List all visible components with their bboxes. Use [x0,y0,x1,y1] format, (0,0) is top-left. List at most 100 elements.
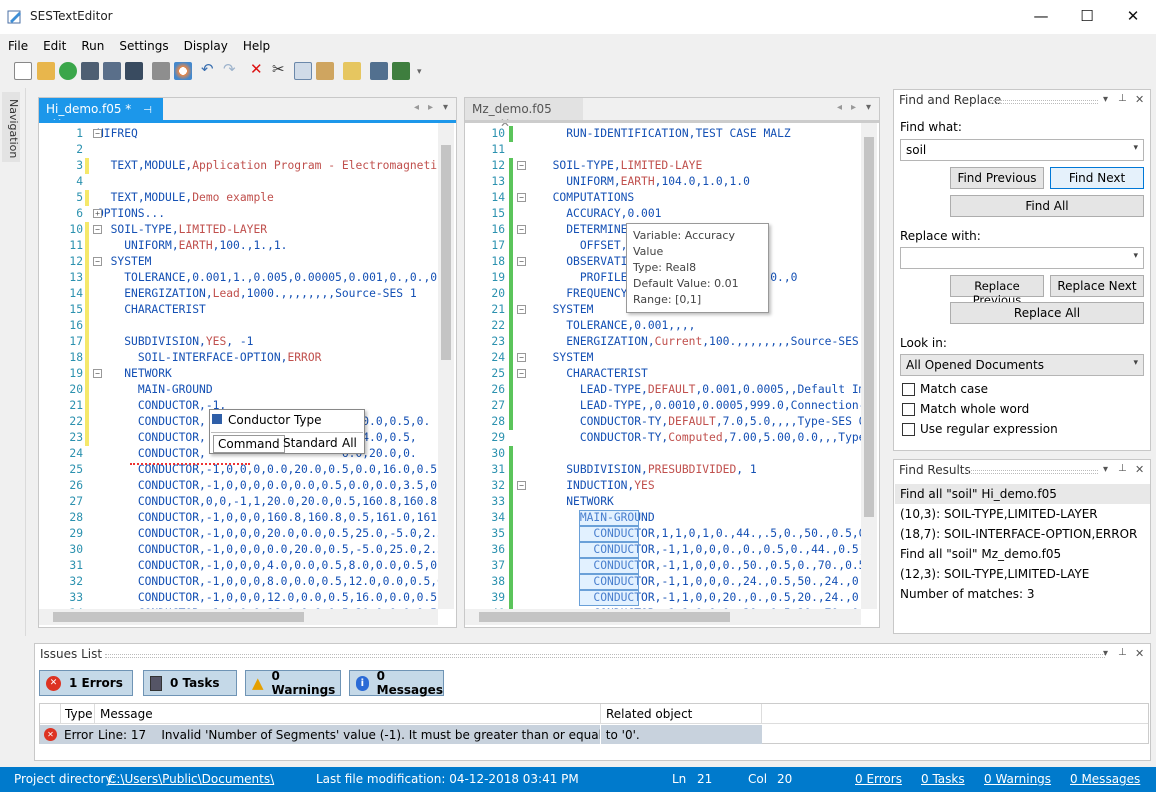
copy-icon[interactable] [294,62,312,80]
tab-scroll-left-icon[interactable]: ◂ [837,102,842,113]
result-header-mz[interactable]: Find all "soil" Mz_demo.f05 [900,547,1061,561]
code-line[interactable]: SYSTEM [539,302,594,318]
code-line[interactable]: CONDUCTOR,-1,0,0,0,12.0,0.0,0.5,16.0,0.0… [97,590,438,606]
panel-menu-icon[interactable]: ▾ [1103,464,1108,475]
format-icon[interactable] [392,62,410,80]
col-related[interactable]: Related object [606,707,692,721]
fold-toggle-icon[interactable]: − [93,257,102,266]
close-button[interactable]: ✕ [1110,0,1156,32]
col-message[interactable]: Message [100,707,153,721]
code-line[interactable]: UNIFORM,EARTH,100.,1.,1. [97,238,287,254]
code-line[interactable]: SUBDIVISION,YES, -1 [97,334,253,350]
replace-with-input[interactable]: ▾ [900,247,1144,269]
save-all-icon[interactable] [125,62,143,80]
match-case-checkbox[interactable] [902,383,915,396]
tab-hi-demo[interactable]: Hi_demo.f05 * ⊣ ✕ [39,98,163,130]
color-icon[interactable] [174,62,192,80]
replace-next-button[interactable]: Replace Next [1050,275,1144,297]
edit-icon[interactable] [343,62,361,80]
code-line[interactable]: CONDUCTOR,-1,0,0,0,0.0,0.0,0.5,0.0,0.0,3… [97,478,438,494]
panel-close-icon[interactable]: ✕ [1135,463,1144,476]
code-line[interactable]: CONDUCTOR,0,0,-1,1,20.0,20.0,0.5,160.8,1… [97,494,438,510]
regex-checkbox[interactable] [902,423,915,436]
code-line[interactable]: UNIFORM,EARTH,104.0,1.0,1.0 [539,174,750,190]
save-icon[interactable] [81,62,99,80]
new-file-icon[interactable] [14,62,32,80]
code-line[interactable]: SOIL-TYPE,LIMITED-LAYE [539,158,703,174]
tab-dropdown-icon[interactable]: ▾ [866,102,871,113]
undo-icon[interactable]: ↶ [201,60,219,78]
fold-toggle-icon[interactable]: − [93,369,102,378]
find-what-input[interactable]: soil ▾ [900,139,1144,161]
menu-file[interactable]: File [0,36,35,53]
replace-all-button[interactable]: Replace All [950,302,1144,324]
fold-toggle-icon[interactable]: − [517,225,526,234]
menu-help[interactable]: Help [235,36,277,53]
result-item[interactable]: (12,3): SOIL-TYPE,LIMITED-LAYE [900,567,1089,581]
fold-toggle-icon[interactable]: − [517,481,526,490]
open-folder-icon[interactable] [37,62,55,80]
code-line[interactable]: CHARACTERIST [539,366,648,382]
code-line[interactable]: CONDUCTOR,-1,0,0,0,0.0,20.0,0.5,-5.0,25.… [97,542,438,558]
tab-scroll-left-icon[interactable]: ◂ [414,102,419,113]
save-as-icon[interactable] [103,62,121,80]
code-line[interactable]: MAIN-GROUND [97,382,213,398]
replace-previous-button[interactable]: Replace Previous [950,275,1044,307]
code-line[interactable]: SOIL-INTERFACE-OPTION,ERROR [97,350,322,366]
panel-close-icon[interactable]: ✕ [1135,647,1144,660]
editor1-hscroll[interactable] [39,609,438,625]
code-line[interactable]: INDUCTION,YES [539,478,654,494]
code-line[interactable]: CONDUCTOR,-1, [97,398,226,414]
find-all-button[interactable]: Find All [950,195,1144,217]
autocomplete-tab-all[interactable]: All [342,436,357,450]
code-line[interactable]: SOIL-TYPE,LIMITED-LAYER [97,222,267,238]
panel-menu-icon[interactable]: ▾ [1103,94,1108,105]
fold-toggle-icon[interactable]: − [517,369,526,378]
print-icon[interactable] [152,62,170,80]
code-line[interactable]: SYSTEM [97,254,152,270]
minimize-button[interactable]: — [1018,0,1064,32]
status-messages-link[interactable]: 0 Messages [1070,772,1140,786]
code-line[interactable]: CONDUCTOR-TY,DEFAULT,7.0,5.0,,,,Type-SES… [539,414,861,430]
messages-filter-button[interactable]: i0 Messages [349,669,444,697]
col-type[interactable]: Type [65,707,93,721]
panel-menu-icon[interactable]: ▾ [1103,648,1108,659]
run-icon[interactable] [370,62,388,80]
cut-icon[interactable]: ✂ [272,60,290,78]
result-header-hi[interactable]: Find all "soil" Hi_demo.f05 [900,487,1057,501]
code-line[interactable]: SUBDIVISION,PRESUBDIVIDED, 1 [539,462,756,478]
pin-icon[interactable]: ⊣ [143,105,152,116]
refresh-icon[interactable] [59,62,77,80]
code-line[interactable]: CONDUCTOR,-1,0,0,0,8.0,0.0,0.5,12.0,0.0,… [97,574,438,590]
fold-toggle-icon[interactable]: + [93,209,102,218]
fold-toggle-icon[interactable]: − [517,257,526,266]
status-tasks-link[interactable]: 0 Tasks [921,772,965,786]
project-dir-link[interactable]: C:\Users\Public\Documents\ [108,772,274,786]
code-line[interactable]: TEXT,MODULE,Application Program - Electr… [97,158,438,174]
warnings-filter-button[interactable]: ▲ 0 Warnings [245,669,341,697]
status-warnings-link[interactable]: 0 Warnings [984,772,1051,786]
code-line[interactable]: NETWORK [539,494,614,510]
redo-icon[interactable]: ↷ [223,60,241,78]
menu-settings[interactable]: Settings [111,36,175,53]
code-line[interactable]: TOLERANCE,0.001,,,, [539,318,695,334]
code-line[interactable]: CHARACTERIST [97,302,206,318]
find-previous-button[interactable]: Find Previous [950,167,1044,189]
issue-row[interactable]: ✕ Error Line: 17 Invalid 'Number of Segm… [40,725,762,744]
find-next-button[interactable]: Find Next [1050,167,1144,189]
fold-toggle-icon[interactable]: − [517,353,526,362]
status-errors-link[interactable]: 0 Errors [855,772,902,786]
panel-close-icon[interactable]: ✕ [1135,93,1144,106]
code-line[interactable]: CONDUCTOR-TY,Computed,7.00,5.00,0.0,,,Ty… [539,430,861,446]
code-line[interactable]: TEXT,MODULE,Demo example [97,190,274,206]
chevron-down-icon[interactable]: ▾ [1133,251,1138,261]
toolbar-overflow-icon[interactable]: ▾ [417,67,435,85]
result-item[interactable]: (18,7): SOIL-INTERFACE-OPTION,ERROR [900,527,1137,541]
code-line[interactable]: RUN-IDENTIFICATION,TEST CASE MALZ [539,126,790,142]
errors-filter-button[interactable]: ✕ 1 Errors [39,670,133,696]
editor2-hscroll[interactable] [465,609,861,625]
panel-pin-icon[interactable]: ⊥ [1118,647,1127,658]
code-line[interactable]: COMPUTATIONS [539,190,635,206]
tab-mz-demo[interactable]: Mz_demo.f05 ✕ [465,98,583,130]
fold-toggle-icon[interactable]: − [517,305,526,314]
